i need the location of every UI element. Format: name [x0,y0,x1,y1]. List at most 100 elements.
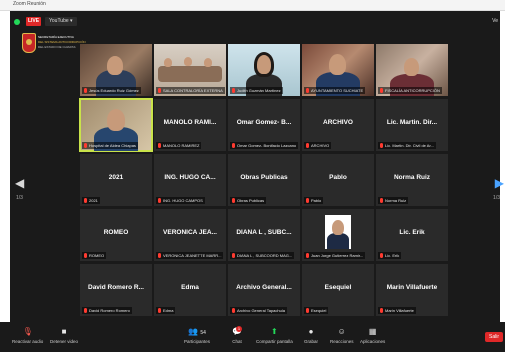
security-shield-icon[interactable] [14,19,20,25]
participant-name: Marin Villafuerte [386,284,438,291]
mic-muted-icon [232,198,235,203]
participant-tile[interactable]: VERONICA JEA... VERONICA JEANETTE MARR..… [154,209,226,261]
participant-name: Lic. Martin. Dir... [386,119,438,126]
video-camera-icon: ■ [61,327,67,336]
record-icon: ● [308,327,314,336]
participant-caption: Pablo [304,197,324,204]
participant-tile[interactable]: Judith Guzmán Martínez [228,44,300,96]
participant-tile-active-speaker[interactable]: Hospital de Aldea Chiapas [79,98,153,152]
participant-tile[interactable]: MANOLO RAMI... MANOLO RAMIREZ [154,99,226,151]
mic-muted-icon [158,308,161,313]
participants-count: 54 [200,330,206,336]
share-screen-button[interactable]: ⬆ Compartir pantalla [256,327,293,344]
participant-tile[interactable]: AYUNTAMIENTO SUCHIATE [302,44,374,96]
participant-name: David Romero R... [88,284,144,291]
window-titlebar: Zoom Reunión [0,0,505,11]
participant-caption: Omar Gomez- Bonifacio Lazcano [230,142,299,149]
mic-muted-icon [232,143,235,148]
participant-tile[interactable]: ARCHIVO ARCHIVO [302,99,374,151]
participants-button[interactable]: 👥 54 Participantes [184,327,210,344]
participant-face [404,58,419,76]
leave-button[interactable]: Salir [485,332,503,342]
participant-caption: Obras Publicas [230,197,267,204]
participant-tile[interactable]: Lic. Erik Lic. Erik [376,209,448,261]
participant-tile[interactable]: Jesús Eduardo Ruiz Gómez [80,44,152,96]
participant-name: Edma [181,284,199,291]
participant-name: ARCHIVO [323,119,353,126]
apps-button[interactable]: ▦ Aplicaciones [360,327,385,344]
participant-tile[interactable]: David Romero R... David Romero Romero [80,264,152,316]
mic-muted-icon [306,88,309,93]
mic-muted-icon [380,88,383,93]
mic-muted-icon [306,143,309,148]
participant-caption: AYUNTAMIENTO SUCHIATE [304,87,366,94]
participant-face [184,57,192,66]
participant-caption: Lic. Erik [378,252,402,259]
participant-face [107,109,125,131]
participant-caption: Hospital de Aldea Chiapas [82,142,138,149]
mic-muted-icon [158,253,161,258]
participant-tile[interactable]: Edma Edma [154,264,226,316]
share-screen-icon: ⬆ [271,327,278,336]
participant-tile[interactable]: FISCALÍA ANTICORRUPCIÓN [376,44,448,96]
participant-name: Lic. Erik [399,229,425,236]
participant-tile[interactable]: Pablo Pablo [302,154,374,206]
mic-muted-icon [380,198,383,203]
participant-caption: ING. HUGO CAMPOS [156,197,205,204]
chat-button[interactable]: 💬1 Chat [232,326,242,344]
logo-line-3: DEL ESTADO DE CHIAPAS [38,45,76,49]
stream-target-dropdown[interactable]: YouTube ▾ [45,17,77,26]
logo-line-2: DEL SISTEMA ANTICORRUPCIÓN [38,40,86,44]
participant-name: MANOLO RAMI... [163,119,217,126]
participant-tile[interactable]: SALA CONTRALORÍA EXTERNA [154,44,226,96]
participant-caption: Lic. Martin. Dir. Civil de Ar... [378,142,436,149]
participant-tile[interactable]: Lic. Martin. Dir... Lic. Martin. Dir. Ci… [376,99,448,151]
window-title: Zoom Reunión [13,1,46,7]
participant-tile[interactable]: Obras Publicas Obras Publicas [228,154,300,206]
mic-muted-icon [232,308,235,313]
previous-page-arrow-icon[interactable]: ◀ [15,176,24,190]
participant-tile[interactable]: Archivo General... Archivo General Tapac… [228,264,300,316]
participant-name: ING. HUGO CA... [164,174,216,181]
chat-icon: 💬1 [232,326,242,336]
participant-tile[interactable]: Marin Villafuerte Marin Villafuerte [376,264,448,316]
participants-label: Participantes [184,339,211,344]
participants-icon: 👥 54 [188,327,206,336]
video-stage: LIVE YouTube ▾ Ve SECRETARÍA EJECUTIVA D… [10,11,504,322]
participant-caption: Judith Guzmán Martínez [230,87,283,94]
mic-muted-icon [158,198,161,203]
participant-tile[interactable]: Esequiel Esequiel [302,264,374,316]
participant-caption: Marin Villafuerte [378,307,416,314]
view-button[interactable]: Ve [492,18,498,24]
mic-muted-icon [232,253,235,258]
participant-name: VERONICA JEA... [163,229,217,236]
record-button[interactable]: ● Grabar [304,327,318,344]
mic-muted-icon [380,143,383,148]
participant-caption: Archivo General Tapachula [230,307,287,314]
mic-muted-icon [84,88,87,93]
participant-tile[interactable]: Juan Jorge Gutierrez Ramir... [302,209,374,261]
mic-muted-icon [380,253,383,258]
participant-tile[interactable]: 2021 2021 [80,154,152,206]
page-indicator-left: 1/3 [16,195,23,201]
participant-tile[interactable]: Omar Gomez- B... Omar Gomez- Bonifacio L… [228,99,300,151]
unmute-audio-button[interactable]: 🎙 Reactivar audio [12,327,43,344]
participant-tile[interactable]: ING. HUGO CA... ING. HUGO CAMPOS [154,154,226,206]
stop-video-button[interactable]: ■ Detener video [50,327,78,344]
mic-muted-icon [306,308,309,313]
conference-table [158,66,222,82]
participant-caption: Juan Jorge Gutierrez Ramir... [304,252,366,259]
participant-caption: Edma [156,307,176,314]
next-page-arrow-icon[interactable]: ▶ [495,176,504,190]
participant-tile[interactable]: ROMEO ROMEO [80,209,152,261]
reactions-button[interactable]: ☺ Reacciones [330,327,354,344]
participant-caption: ROMEO [82,252,107,259]
mic-muted-icon [158,143,161,148]
mic-muted-icon [84,143,87,148]
share-screen-label: Compartir pantalla [256,339,293,344]
participant-name: Esequiel [324,284,352,291]
participant-caption: DIANA L , SUBCOORD MAG... [230,252,295,259]
participant-tile[interactable]: DIANA L , SUBC... DIANA L , SUBCOORD MAG… [228,209,300,261]
participant-tile[interactable]: Norma Ruiz Norma Ruiz [376,154,448,206]
unmute-audio-label: Reactivar audio [12,339,44,344]
